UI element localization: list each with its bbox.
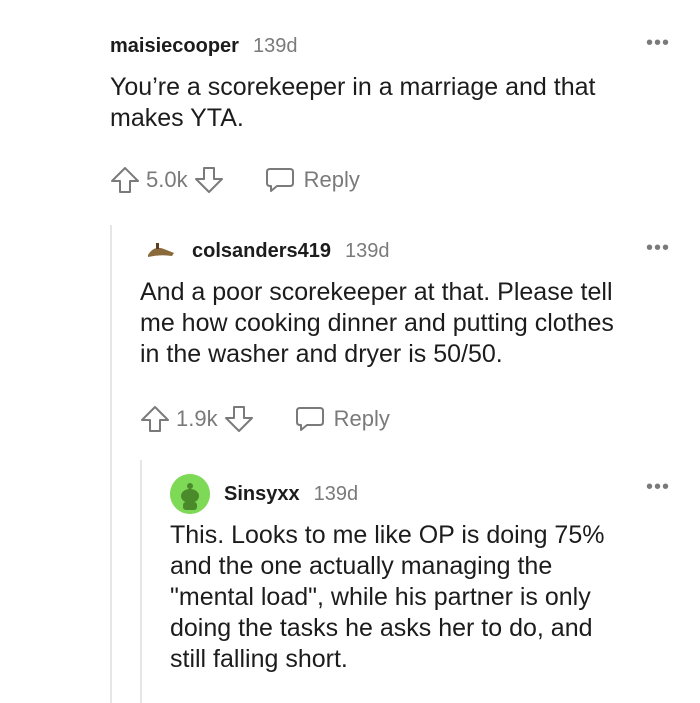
- comment-line: makes YTA.: [110, 104, 244, 132]
- comment-body: This. Looks to me like OP is doing 75% a…: [170, 520, 670, 675]
- avatar[interactable]: [146, 241, 176, 261]
- comment-line: And a poor scorekeeper at that. Please t…: [140, 278, 613, 306]
- more-options-icon[interactable]: •••: [646, 238, 670, 258]
- comment-header: maisiecooper 139d: [110, 30, 670, 62]
- comment-maisiecooper: maisiecooper 139d ••• You’re a scorekeep…: [110, 30, 670, 134]
- comment-actions: 1.9k Reply: [140, 399, 390, 439]
- comment-header: colsanders419 139d: [140, 235, 670, 267]
- vote-count: 1.9k: [176, 406, 218, 431]
- comment-line: still falling short.: [170, 645, 348, 673]
- avatar[interactable]: [170, 474, 210, 514]
- vote-controls: 1.9k: [140, 404, 254, 434]
- reply-button[interactable]: Reply: [294, 404, 390, 434]
- reply-label: Reply: [333, 406, 390, 431]
- downvote-arrow-icon[interactable]: [224, 404, 254, 434]
- upvote-arrow-icon[interactable]: [110, 165, 140, 195]
- comment-sinsyxx: Sinsyxx 139d ••• This. Looks to me like …: [170, 474, 670, 675]
- more-options-icon[interactable]: •••: [646, 33, 670, 53]
- comment-body: And a poor scorekeeper at that. Please t…: [140, 277, 670, 370]
- upvote-arrow-icon[interactable]: [140, 404, 170, 434]
- vote-count: 5.0k: [146, 167, 188, 192]
- comment-line: and the one actually managing the: [170, 552, 553, 580]
- username[interactable]: maisiecooper: [110, 35, 239, 58]
- reply-button[interactable]: Reply: [264, 165, 360, 195]
- comment-line: "mental load", while his partner is only: [170, 583, 591, 611]
- comment-actions: 5.0k Reply: [110, 160, 360, 200]
- comment-body: You’re a scorekeeper in a marriage and t…: [110, 72, 670, 134]
- timestamp: 139d: [344, 239, 390, 262]
- timestamp: 139d: [252, 34, 298, 57]
- comment-header: Sinsyxx 139d: [170, 474, 670, 514]
- username[interactable]: colsanders419: [192, 240, 331, 263]
- comment-line: You’re a scorekeeper in a marriage and t…: [110, 73, 596, 101]
- comment-colsanders419: colsanders419 139d ••• And a poor scorek…: [140, 235, 670, 370]
- snoo-avatar-icon: [170, 474, 210, 514]
- more-options-icon[interactable]: •••: [646, 477, 670, 497]
- comment-line: in the washer and dryer is 50/50.: [140, 340, 503, 368]
- downvote-arrow-icon[interactable]: [194, 165, 224, 195]
- thread-line-2: [140, 460, 142, 703]
- comment-line: me how cooking dinner and putting clothe…: [140, 309, 614, 337]
- thread-line-1: [110, 225, 112, 703]
- username[interactable]: Sinsyxx: [224, 483, 300, 506]
- comment-line: This. Looks to me like OP is doing 75%: [170, 521, 605, 549]
- speech-bubble-icon: [295, 407, 324, 431]
- vote-controls: 5.0k: [110, 165, 224, 195]
- timestamp: 139d: [313, 482, 359, 505]
- speech-bubble-icon: [265, 168, 294, 192]
- reply-label: Reply: [303, 167, 360, 192]
- comment-line: doing the tasks he asks her to do, and: [170, 614, 593, 642]
